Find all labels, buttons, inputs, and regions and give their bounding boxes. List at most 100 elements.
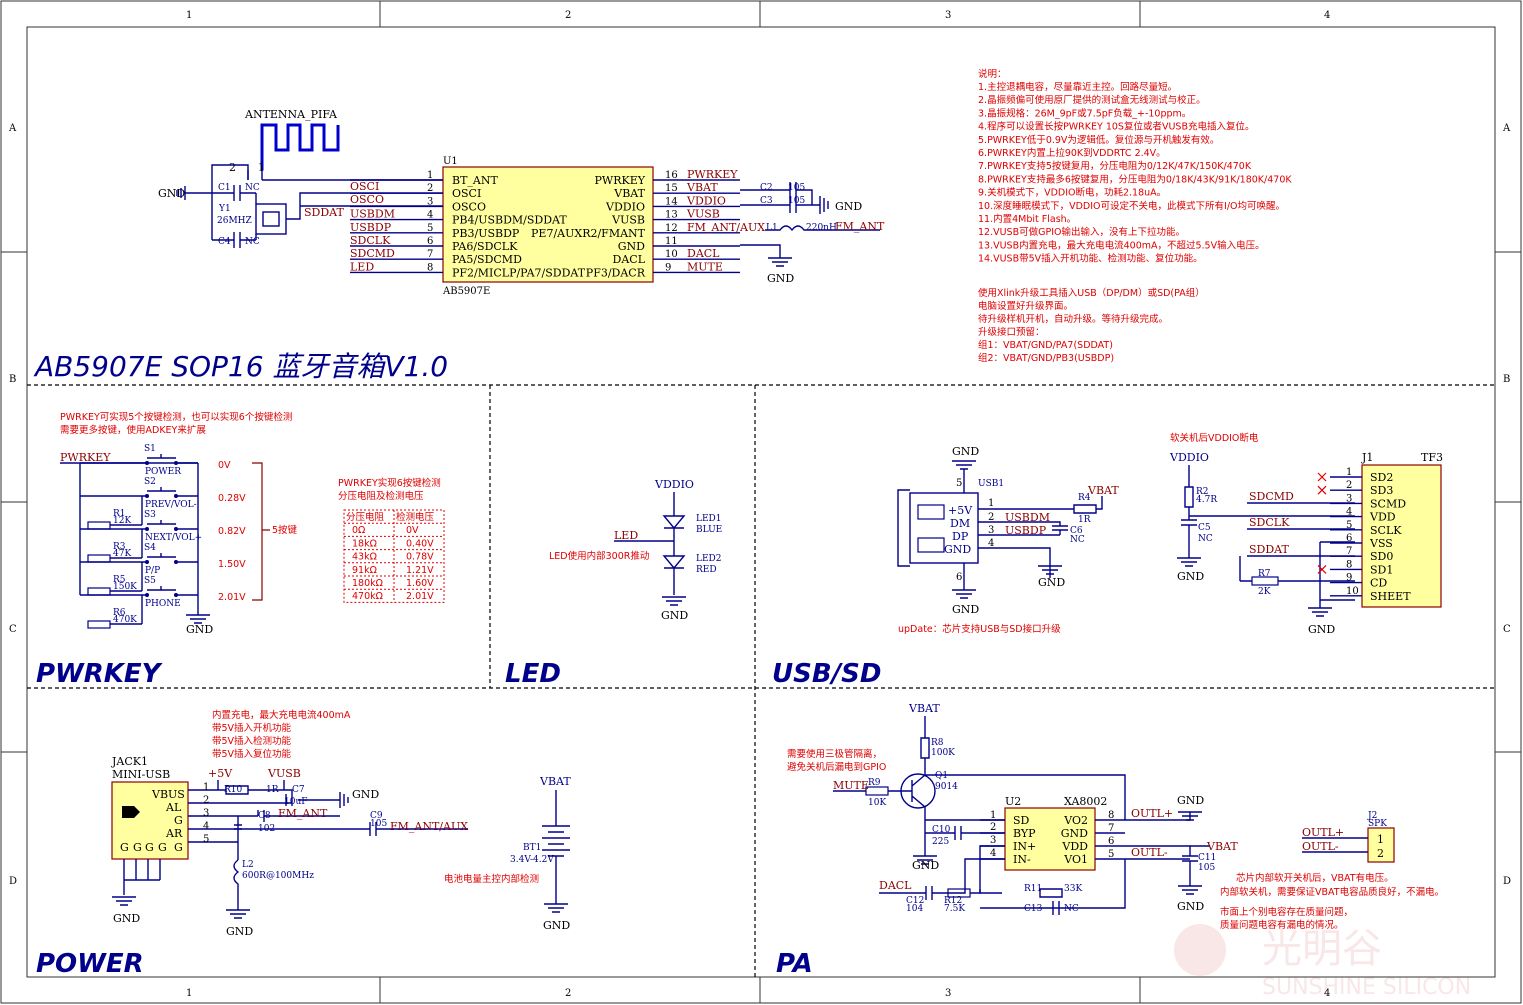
grid-row-b: B: [9, 374, 16, 385]
u1-left-net: SDCMD: [350, 247, 395, 260]
upgrade-line: 使用Xlink升级工具插入USB（DP/DM）或SD(PA组）: [978, 287, 1205, 299]
pwrkey-table-note-2: 分压电阻及检测电压: [338, 490, 424, 502]
u1-pin-num: 12: [665, 223, 678, 234]
tf-pin-num: 7: [1346, 546, 1352, 557]
switch-icon: [142, 520, 198, 530]
usb-usbdm: USBDM: [1005, 511, 1050, 524]
u2-right-pin: GND: [1061, 827, 1088, 840]
u1-pin-name: VUSB: [611, 214, 645, 227]
grid-row-c: C: [9, 624, 17, 635]
grid-col-3: 3: [945, 10, 951, 21]
gnd-label-caps: GND: [835, 200, 862, 213]
jack-bottom-g2: G: [133, 841, 142, 854]
spk-outl-plus: OUTL+: [1302, 826, 1344, 839]
crystal-y1-box: [255, 203, 287, 235]
pa-outl-plus: OUTL+: [1131, 807, 1173, 820]
power-note: 内置充电，最大充电电流400mA: [212, 709, 351, 721]
watermark: 光明谷 SUNSHINE SILICON: [1174, 924, 1471, 1000]
grid-col-2-bottom: 2: [565, 988, 571, 999]
antenna-trace: [260, 123, 340, 170]
switch-name: PHONE: [145, 599, 181, 609]
pwrkey-net: PWRKEY: [60, 451, 111, 464]
c7-label: C7: [292, 785, 305, 795]
c8-label: C8: [258, 811, 271, 821]
usb1-num-5: 5: [956, 478, 962, 489]
switch-ref: S4: [144, 543, 156, 553]
resistor-icon: [87, 521, 111, 530]
u1-right-net: PWRKEY: [687, 168, 738, 181]
bt1-label: BT1: [523, 843, 541, 853]
u1-right-net: FM_ANT/AUX: [687, 221, 765, 234]
upgrade-line: 电脑设置好升级界面。: [978, 300, 1073, 312]
u1-pin-name: VDDIO: [605, 200, 645, 213]
section-usbsd: USB/SD: [772, 659, 881, 689]
u1-pin-name: PE7/AUXR2/FMANT: [531, 227, 646, 240]
grid-col-1-bottom: 1: [186, 988, 192, 999]
u2-part: XA8002: [1064, 795, 1107, 808]
r4-label: R4: [1078, 493, 1091, 503]
schematic-canvas: 1 2 3 4 1 2 3 4 A B C D A B C D AB5907E …: [0, 0, 1522, 1004]
led-gnd: GND: [661, 609, 688, 622]
u1-pin-num: 5: [427, 223, 433, 234]
power-note: 带5V插入开机功能: [212, 722, 292, 734]
switch-ref: S2: [144, 477, 156, 487]
switch-name: NEXT/VOL+: [145, 533, 202, 543]
r8-val: 100K: [931, 748, 955, 758]
table-cell: 470kΩ: [352, 591, 383, 602]
ant-pin-1: 1: [258, 161, 265, 174]
u1-pin-num: 15: [665, 183, 678, 194]
power-gnd-3: GND: [352, 788, 379, 801]
c8-val: 102: [258, 824, 275, 834]
pa-outl-minus: OUTL-: [1131, 846, 1168, 859]
note-line: 2.晶振频偏可使用原厂提供的测试盒无线测试与校正。: [978, 94, 1206, 106]
c4-label: C4: [218, 237, 231, 247]
note-line: 6.PWRKEY内置上拉90K到VDDRTC 2.4V。: [978, 147, 1166, 159]
section-pwrkey: PWRKEY: [36, 659, 164, 689]
grid-col-2: 2: [565, 10, 571, 21]
note-line: 14.VUSB带5V插入开机功能、检测功能、复位功能。: [978, 253, 1203, 265]
u2-right-pin: VO1: [1063, 853, 1088, 866]
led1-color: BLUE: [696, 525, 722, 535]
jack-pin-al: AL: [165, 801, 182, 814]
pa-note-1: 需要使用三极管隔离，: [787, 748, 882, 760]
power-gnd-1: GND: [113, 912, 140, 925]
jack-num-2: 2: [203, 795, 209, 806]
u1-pin-name: PB4/USBDM/SDDAT: [452, 214, 567, 227]
u2-num-2: 2: [990, 822, 996, 833]
net-fm-ant: FM_ANT: [835, 220, 885, 233]
u1-pin-name: VBAT: [613, 187, 645, 200]
pwrkey-gnd: GND: [186, 623, 213, 636]
u1-pin-name: PA5/SDCMD: [452, 253, 522, 266]
tf-gnd-2: GND: [1308, 623, 1335, 636]
table-cell: 91kΩ: [352, 565, 377, 576]
u1-pin-name: OSCI: [452, 187, 481, 200]
c1-label: C1: [218, 183, 231, 193]
power-block: JACK1 MINI-USB VBUS AL G AR G G G G G GN…: [111, 709, 571, 938]
q1-label: Q1: [935, 771, 948, 781]
power-gnd-2: GND: [226, 925, 253, 938]
u1-pin-num: 14: [665, 196, 678, 207]
u1-right-net: DACL: [687, 247, 720, 260]
note-line: 13.VUSB内置充电，最大充电电流400mA，不超过5.5V输入电压。: [978, 239, 1265, 251]
note-line: 8.PWRKEY支持最多6按键复用，分压电阻为0/18K/43K/91K/180…: [978, 173, 1292, 185]
switch-icon: [142, 454, 198, 464]
pa-mute: MUTE: [833, 779, 869, 792]
pwrkey-note-2: 需要更多按键，使用ADKEY来扩展: [60, 424, 206, 436]
jack1-label: JACK1: [111, 755, 148, 768]
usb-gnd-2: GND: [952, 603, 979, 616]
u1-left-net: SDCLK: [350, 234, 391, 247]
c5-val: NC: [1198, 534, 1213, 544]
power-gnd-4: GND: [543, 919, 570, 932]
u1-pin-name: PA6/SDCLK: [452, 240, 518, 253]
key-voltage: 1.50V: [218, 559, 246, 570]
note-line: 1.主控退耦电容，尽量靠近主控。回路尽量短。: [978, 81, 1177, 93]
r10-val: 1R: [266, 785, 279, 795]
section-power: POWER: [36, 949, 144, 979]
led-vddio: VDDIO: [654, 478, 694, 491]
l2-val: 600R@100MHz: [242, 871, 314, 881]
no-connect-icon: [1317, 472, 1327, 482]
usb-block: GND USB1 +5V DM DP GND 1 2 3 4 5 6 VBAT …: [897, 445, 1119, 635]
u2-num-3: 3: [990, 835, 996, 846]
r11-val: 33K: [1064, 884, 1082, 894]
upgrade-line: 组2：VBAT/GND/PB3(USBDP): [978, 352, 1114, 364]
